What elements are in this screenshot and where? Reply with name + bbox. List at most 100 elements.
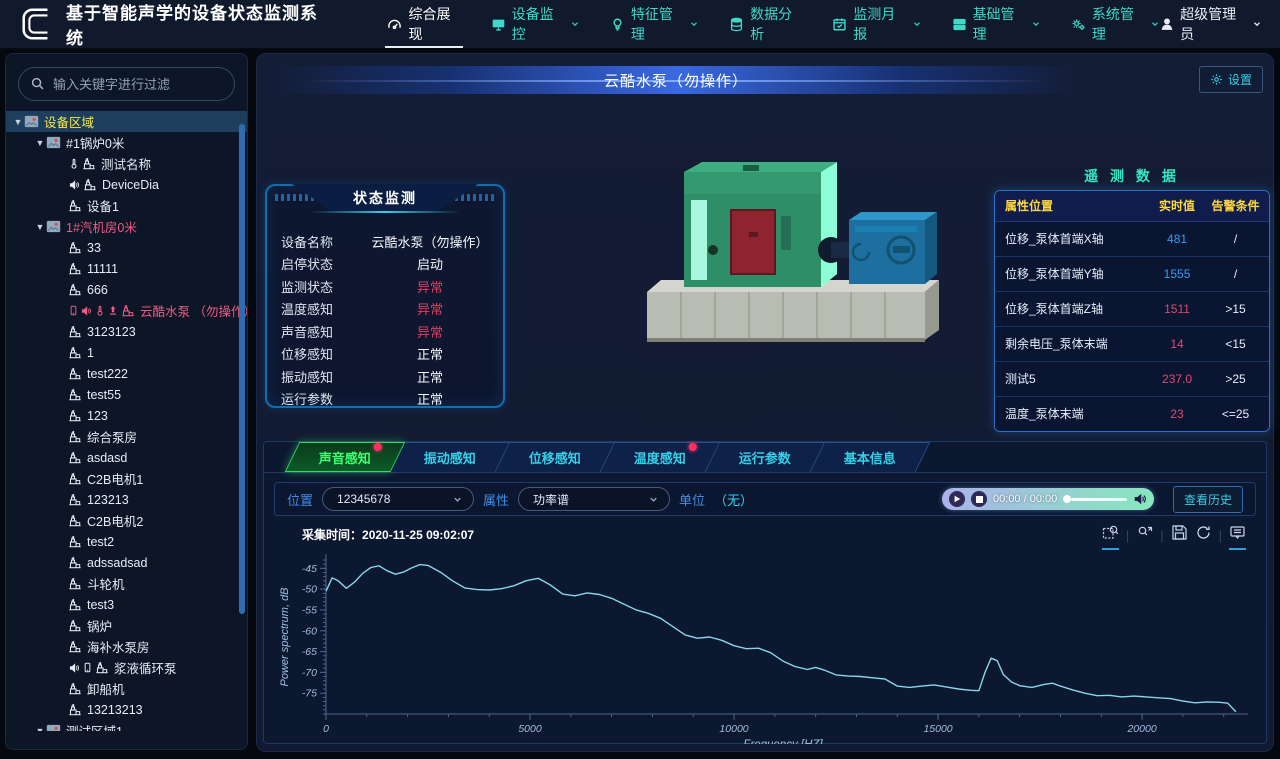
svg-text:20000: 20000 bbox=[1126, 723, 1156, 735]
alarm-condition: <=25 bbox=[1202, 396, 1269, 431]
device-icon bbox=[68, 241, 82, 254]
nav-item-overview[interactable]: 综合展现 bbox=[387, 0, 460, 48]
tab-声音感知[interactable]: 声音感知 bbox=[285, 442, 406, 472]
user-icon bbox=[1160, 17, 1174, 31]
tree-node-26[interactable]: 浆液循环泵 bbox=[6, 657, 247, 678]
location-label: 位置 bbox=[287, 490, 313, 509]
telemetry-row-4: 测试5 237.0 >25 bbox=[995, 361, 1269, 396]
view-history-button[interactable]: 查看历史 bbox=[1173, 486, 1243, 513]
tree-node-7[interactable]: 11111 bbox=[6, 258, 247, 279]
device-icon bbox=[121, 304, 135, 317]
device-icon bbox=[95, 661, 109, 674]
attribute-label: 属性 bbox=[483, 490, 509, 509]
tree-node-13[interactable]: test55 bbox=[6, 384, 247, 405]
sidebar-scrollbar[interactable] bbox=[239, 124, 245, 614]
tree-node-5[interactable]: ▼1#汽机房0米 bbox=[6, 216, 247, 237]
realtime-value: 481 bbox=[1152, 221, 1202, 256]
expand-arrow-icon[interactable]: ▼ bbox=[12, 117, 24, 127]
tab-位移感知[interactable]: 位移感知 bbox=[496, 442, 616, 472]
volume-icon[interactable] bbox=[1133, 492, 1147, 506]
tab-振动感知[interactable]: 振动感知 bbox=[391, 442, 511, 472]
nav-item-report[interactable]: 监测月报 bbox=[832, 0, 921, 48]
svg-text:Frequency [HZ]: Frequency [HZ] bbox=[743, 739, 823, 744]
expand-arrow-icon[interactable]: ▼ bbox=[34, 726, 46, 732]
status-row-5: 位移感知 正常 bbox=[281, 343, 493, 366]
tree-node-19[interactable]: C2B电机2 bbox=[6, 510, 247, 531]
capture-time: 采集时间：2020-11-25 09:02:07 bbox=[302, 526, 474, 543]
toolbox-zoom-reset-button[interactable] bbox=[1136, 524, 1153, 546]
settings-label: 设置 bbox=[1228, 71, 1252, 88]
nav-item-system[interactable]: 系统管理 bbox=[1071, 0, 1160, 48]
tab-温度感知[interactable]: 温度感知 bbox=[601, 442, 721, 472]
tree-node-0[interactable]: ▼设备区域 bbox=[6, 111, 247, 132]
tree-node-16[interactable]: asdasd bbox=[6, 447, 247, 468]
tree-node-22[interactable]: 斗轮机 bbox=[6, 573, 247, 594]
tree-node-28[interactable]: 13213213 bbox=[6, 699, 247, 720]
svg-text:-55: -55 bbox=[302, 604, 317, 616]
device-icon bbox=[68, 367, 82, 380]
device-icon bbox=[68, 514, 82, 527]
telemetry-row-3: 剩余电压_泵体末端 14 <15 bbox=[995, 326, 1269, 361]
tree-node-14[interactable]: 123 bbox=[6, 405, 247, 426]
tree-node-25[interactable]: 海补水泵房 bbox=[6, 636, 247, 657]
expand-arrow-icon[interactable]: ▼ bbox=[34, 222, 46, 232]
tree-node-20[interactable]: test2 bbox=[6, 531, 247, 552]
tree-node-3[interactable]: DeviceDia bbox=[6, 174, 247, 195]
tree-node-24[interactable]: 锅炉 bbox=[6, 615, 247, 636]
tree-node-27[interactable]: 卸船机 bbox=[6, 678, 247, 699]
tree-node-17[interactable]: C2B电机1 bbox=[6, 468, 247, 489]
tree-node-2[interactable]: 测试名称 bbox=[6, 153, 247, 174]
nav-item-monitor[interactable]: 设备监控 bbox=[491, 0, 580, 48]
svg-text:Power spectrum, dB: Power spectrum, dB bbox=[279, 587, 291, 686]
toolbox-save-image-button[interactable] bbox=[1171, 524, 1188, 546]
realtime-value: 23 bbox=[1152, 396, 1202, 431]
tree-node-6[interactable]: 33 bbox=[6, 237, 247, 258]
tree-node-1[interactable]: ▼#1锅炉0米 bbox=[6, 132, 247, 153]
phone-icon bbox=[82, 661, 93, 674]
expand-arrow-icon[interactable]: ▼ bbox=[34, 138, 46, 148]
tree-node-21[interactable]: adssadsad bbox=[6, 552, 247, 573]
nav-item-feature[interactable]: 特征管理 bbox=[610, 0, 699, 48]
toolbox-data-view-button[interactable] bbox=[1229, 524, 1246, 546]
tree-node-12[interactable]: test222 bbox=[6, 363, 247, 384]
tree-node-4[interactable]: 设备1 bbox=[6, 195, 247, 216]
toolbox-box-zoom-button[interactable] bbox=[1102, 524, 1119, 546]
location-select[interactable]: 12345678 bbox=[322, 487, 474, 511]
status-row-2: 监测状态 异常 bbox=[281, 275, 493, 298]
attribute-select[interactable]: 功率谱 bbox=[518, 487, 670, 511]
play-button[interactable] bbox=[949, 491, 965, 507]
chevron-icon bbox=[912, 19, 922, 29]
nav-item-basic[interactable]: 基础管理 bbox=[952, 0, 1041, 48]
device-icon bbox=[68, 619, 82, 632]
pump-3d-model[interactable] bbox=[609, 132, 949, 362]
telemetry-row-5: 温度_泵体末端 23 <=25 bbox=[995, 396, 1269, 431]
tab-运行参数[interactable]: 运行参数 bbox=[706, 442, 826, 472]
tab-基本信息[interactable]: 基本信息 bbox=[811, 442, 931, 472]
stop-button[interactable] bbox=[971, 491, 987, 507]
telemetry-header-0: 属性位置 bbox=[995, 191, 1152, 221]
settings-button[interactable]: 设置 bbox=[1199, 66, 1263, 93]
sensor-detail-panel: 声音感知振动感知位移感知温度感知运行参数基本信息 位置 12345678 属性 … bbox=[263, 441, 1267, 744]
tree-node-9[interactable]: 云酷水泵 （勿操作） bbox=[6, 300, 247, 321]
tree-filter-input[interactable] bbox=[18, 67, 235, 101]
realtime-value: 237.0 bbox=[1152, 361, 1202, 396]
tree-node-10[interactable]: 3123123 bbox=[6, 321, 247, 342]
alarm-condition: >15 bbox=[1202, 291, 1269, 326]
shift-icon bbox=[107, 304, 119, 317]
alarm-condition: <15 bbox=[1202, 326, 1269, 361]
tree-node-18[interactable]: 123213 bbox=[6, 489, 247, 510]
device-icon bbox=[68, 577, 82, 590]
toolbox-restore-button[interactable] bbox=[1195, 524, 1212, 546]
device-title: 云酷水泵（勿操作） bbox=[604, 70, 748, 91]
tree-node-11[interactable]: 1 bbox=[6, 342, 247, 363]
tree-node-8[interactable]: 666 bbox=[6, 279, 247, 300]
gauge-icon bbox=[387, 17, 402, 32]
user-menu[interactable]: 超级管理员 bbox=[1160, 4, 1262, 44]
tree-node-15[interactable]: 综合泵房 bbox=[6, 426, 247, 447]
tree-node-29[interactable]: ▼测试区域1 bbox=[6, 720, 247, 731]
tree-node-23[interactable]: test3 bbox=[6, 594, 247, 615]
player-seek-slider[interactable] bbox=[1063, 495, 1127, 503]
svg-text:-50: -50 bbox=[302, 584, 317, 596]
device-icon bbox=[68, 199, 82, 212]
nav-item-analysis[interactable]: 数据分析 bbox=[729, 0, 802, 48]
